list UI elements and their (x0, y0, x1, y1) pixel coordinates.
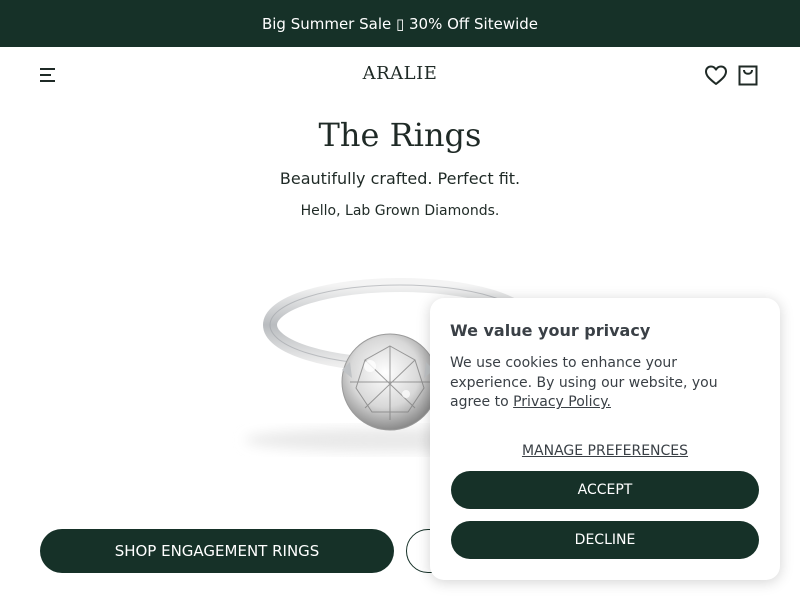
accept-label: ACCEPT (577, 482, 633, 498)
wishlist-button[interactable] (704, 64, 728, 86)
page-title: The Rings (318, 116, 482, 154)
decline-label: DECLINE (574, 532, 636, 548)
shop-engagement-rings-label: SHOP ENGAGEMENT RINGS (114, 542, 320, 560)
heart-icon (705, 65, 727, 85)
shopping-bag-icon (738, 65, 758, 86)
promo-text: Big Summer Sale ▯ 30% Off Sitewide (261, 14, 539, 33)
shop-engagement-rings-button[interactable]: SHOP ENGAGEMENT RINGS (40, 529, 394, 573)
cart-button[interactable] (736, 63, 760, 87)
privacy-policy-link[interactable]: Privacy Policy. (513, 394, 611, 410)
logo[interactable]: ARALIE (0, 63, 800, 84)
cookie-body-text: We use cookies to enhance your experienc… (450, 354, 760, 413)
site-header: ARALIE (0, 47, 800, 103)
manage-preferences-link[interactable]: MANAGE PREFERENCES (430, 443, 780, 459)
cookie-title: We value your privacy (450, 321, 651, 340)
decline-button[interactable]: DECLINE (451, 521, 759, 559)
hero-subtitle: Beautifully crafted. Perfect fit. (279, 169, 521, 188)
promo-bar: Big Summer Sale ▯ 30% Off Sitewide (0, 0, 800, 47)
accept-button[interactable]: ACCEPT (451, 471, 759, 509)
cookie-consent-modal: We value your privacy We use cookies to … (430, 298, 780, 580)
hero-tagline: Hello, Lab Grown Diamonds. (300, 203, 500, 219)
